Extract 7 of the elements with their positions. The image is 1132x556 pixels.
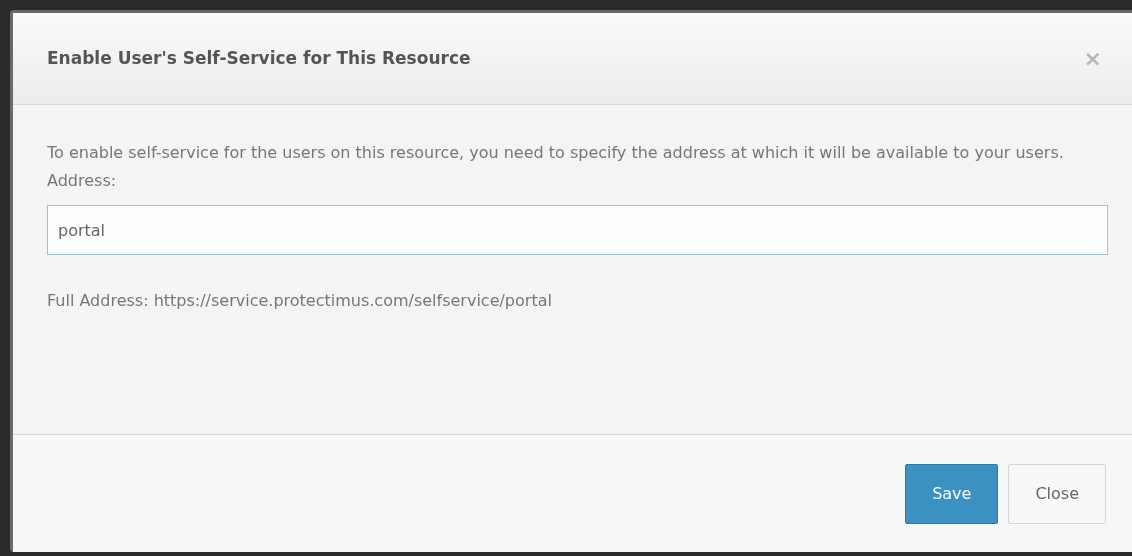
address-label: Address: [47, 170, 117, 192]
dialog-title: Enable User's Self-Service for This Resource [47, 46, 471, 70]
address-field[interactable]: portal [47, 205, 1108, 255]
description-text: To enable self-service for the users on this resource, you need to specify the address at which it will be available to your users. [47, 142, 1065, 164]
close-dialog-button[interactable]: Close [1008, 463, 1106, 524]
save-button[interactable]: Save [905, 463, 999, 524]
full-address-text: Full Address: https://service.protectimus.com/selfservice/portal [47, 290, 552, 312]
